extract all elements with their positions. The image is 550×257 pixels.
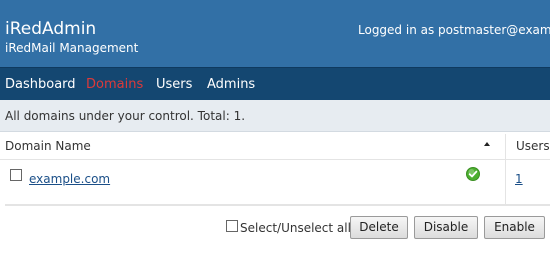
column-header-users[interactable]: Users bbox=[516, 138, 550, 154]
check-circle-icon bbox=[466, 167, 480, 181]
sort-ascending-icon[interactable] bbox=[484, 142, 490, 146]
select-all-checkbox[interactable] bbox=[226, 220, 238, 232]
app-title: iRedAdmin bbox=[5, 19, 97, 39]
users-count-link[interactable]: 1 bbox=[515, 171, 523, 187]
nav-item-domains[interactable]: Domains bbox=[86, 77, 143, 93]
main-nav: Dashboard Domains Users Admins bbox=[0, 67, 550, 100]
domain-link[interactable]: example.com bbox=[29, 171, 110, 187]
disable-button[interactable]: Disable bbox=[414, 216, 478, 239]
select-all-label: Select/Unselect all bbox=[240, 221, 351, 235]
nav-item-dashboard[interactable]: Dashboard bbox=[5, 77, 76, 93]
app-subtitle: iRedMail Management bbox=[5, 41, 139, 55]
table-divider bbox=[5, 204, 550, 206]
login-info: Logged in as postmaster@example.com bbox=[358, 23, 550, 37]
nav-item-admins[interactable]: Admins bbox=[207, 77, 255, 93]
table-header: Domain Name Users bbox=[0, 133, 550, 160]
enable-button[interactable]: Enable bbox=[484, 216, 545, 239]
info-bar: All domains under your control. Total: 1… bbox=[0, 100, 550, 132]
delete-button[interactable]: Delete bbox=[350, 216, 408, 239]
row-select-checkbox[interactable] bbox=[10, 169, 22, 181]
column-header-domain-name[interactable]: Domain Name bbox=[5, 138, 91, 154]
app-header: iRedAdmin iRedMail Management Logged in … bbox=[0, 0, 550, 67]
nav-item-users[interactable]: Users bbox=[156, 77, 192, 93]
domains-summary-text: All domains under your control. Total: 1… bbox=[5, 109, 246, 123]
table-row: example.com 1 bbox=[0, 160, 550, 204]
